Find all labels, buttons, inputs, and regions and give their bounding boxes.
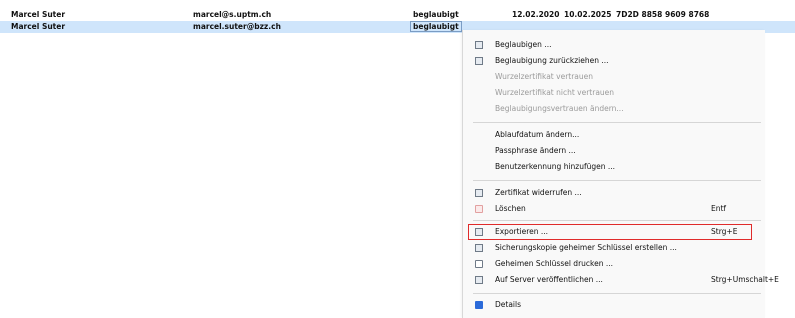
highlight-box: [468, 224, 752, 240]
menu-shortcut: Entf: [711, 204, 727, 213]
menu-item-certify[interactable]: Beglaubigen ...: [463, 38, 765, 52]
menu-item-label: Benutzerkennung hinzufügen ...: [495, 162, 616, 171]
menu-item-trust-root[interactable]: Wurzelzertifikat vertrauen: [463, 70, 765, 84]
menu-item-label: Auf Server veröffentlichen ...: [495, 275, 603, 284]
menu-item-distrust-root[interactable]: Wurzelzertifikat nicht vertrauen: [463, 86, 765, 100]
menu-item-label: Wurzelzertifikat nicht vertrauen: [495, 88, 615, 97]
menu-item-change-passphrase[interactable]: Passphrase ändern ...: [463, 144, 765, 158]
backup-icon: [475, 244, 483, 252]
context-menu: Beglaubigen ... Beglaubigung zurückziehe…: [462, 30, 779, 318]
menu-item-publish[interactable]: Auf Server veröffentlichen ... Strg+Umsc…: [463, 273, 779, 287]
table-row[interactable]: Marcel Suter marcel@s.uptm.ch beglaubigt…: [0, 9, 795, 21]
upload-icon: [475, 276, 483, 284]
menu-item-label: Ablaufdatum ändern...: [495, 130, 580, 139]
menu-item-label: Geheimen Schlüssel drucken ...: [495, 259, 614, 268]
menu-item-delete[interactable]: Löschen Entf: [463, 202, 765, 216]
menu-item-details[interactable]: Details: [463, 298, 765, 312]
menu-item-change-trust[interactable]: Beglaubigungsvertrauen ändern...: [463, 102, 765, 116]
menu-item-label: Sicherungskopie geheimer Schlüssel erste…: [495, 243, 677, 252]
menu-item-backup-secret[interactable]: Sicherungskopie geheimer Schlüssel erste…: [463, 241, 765, 255]
trash-icon: [475, 205, 483, 213]
menu-separator: [473, 122, 761, 123]
cell-email: marcel@s.uptm.ch: [193, 10, 272, 19]
menu-item-label: Passphrase ändern ...: [495, 146, 576, 155]
cell-name: Marcel Suter: [11, 22, 66, 31]
cell-email: marcel.suter@bzz.ch: [193, 22, 281, 31]
cell-valid-to: 10.02.2025: [564, 10, 612, 19]
menu-item-label: Wurzelzertifikat vertrauen: [495, 72, 594, 81]
menu-item-add-userid[interactable]: Benutzerkennung hinzufügen ...: [463, 160, 765, 174]
menu-item-label: Beglaubigung zurückziehen ...: [495, 56, 609, 65]
certificate-icon: [475, 189, 483, 197]
menu-item-change-expiry[interactable]: Ablaufdatum ändern...: [463, 128, 765, 142]
cell-valid-from: 12.02.2020: [512, 10, 560, 19]
menu-shortcut: Strg+Umschalt+E: [711, 275, 779, 284]
certificate-icon: [475, 41, 483, 49]
menu-item-label: Details: [495, 300, 522, 309]
cell-validity: beglaubigt: [410, 21, 462, 32]
menu-separator: [473, 220, 761, 221]
menu-item-label: Beglaubigungsvertrauen ändern...: [495, 104, 624, 113]
menu-item-print-secret[interactable]: Geheimen Schlüssel drucken ...: [463, 257, 765, 271]
printer-icon: [475, 260, 483, 268]
cell-name: Marcel Suter: [11, 10, 66, 19]
cell-validity: beglaubigt: [413, 10, 459, 19]
menu-item-revoke-certificate[interactable]: Zertifikat widerrufen ...: [463, 186, 765, 200]
menu-separator: [473, 180, 761, 181]
menu-item-label: Löschen: [495, 204, 526, 213]
menu-item-label: Zertifikat widerrufen ...: [495, 188, 582, 197]
menu-item-revoke-certification[interactable]: Beglaubigung zurückziehen ...: [463, 54, 765, 68]
menu-item-label: Beglaubigen ...: [495, 40, 552, 49]
cell-fingerprint: 7D2D 8858 9609 8768: [616, 10, 710, 19]
certificate-icon: [475, 57, 483, 65]
menu-separator: [473, 293, 761, 294]
details-icon: [475, 301, 483, 309]
